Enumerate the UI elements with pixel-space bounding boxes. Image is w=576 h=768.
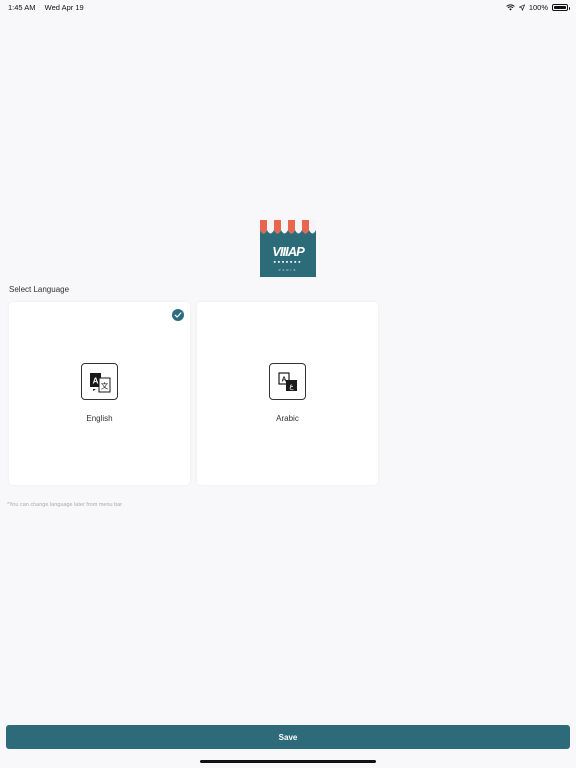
language-label-english: English bbox=[86, 414, 113, 423]
home-indicator bbox=[200, 760, 376, 763]
battery-percent: 100% bbox=[528, 3, 548, 12]
translate-icon: A 文 bbox=[81, 363, 118, 400]
language-option-english[interactable]: A 文 English bbox=[9, 302, 190, 485]
language-label-arabic: Arabic bbox=[276, 414, 299, 423]
svg-text:A: A bbox=[93, 377, 99, 386]
logo-wordmark: VIIIAP bbox=[272, 244, 305, 259]
save-button[interactable]: Save bbox=[6, 725, 570, 749]
app-logo: VIIIAP ■■■■■■■ PARIS bbox=[260, 220, 316, 277]
arabic-translate-icon: A ع bbox=[269, 363, 306, 400]
logo-dots: ■■■■■■■ bbox=[273, 260, 303, 264]
language-change-note: *You can change language later from menu… bbox=[7, 502, 123, 508]
awning-graphic bbox=[260, 220, 316, 234]
selected-check-icon bbox=[172, 309, 184, 321]
wifi-icon bbox=[506, 4, 515, 11]
select-language-label: Select Language bbox=[9, 285, 70, 294]
location-arrow-icon bbox=[518, 4, 525, 11]
language-option-arabic[interactable]: A ع Arabic bbox=[197, 302, 378, 485]
battery-icon bbox=[552, 4, 570, 11]
status-date: Wed Apr 19 bbox=[44, 3, 84, 12]
language-selection-screen: 1:45 AM Wed Apr 19 100% VIIIAP ■■■■■■■ P… bbox=[0, 0, 576, 768]
logo-subtitle: PARIS bbox=[278, 268, 298, 272]
status-bar: 1:45 AM Wed Apr 19 100% bbox=[0, 0, 576, 14]
status-time: 1:45 AM bbox=[8, 3, 36, 12]
svg-text:文: 文 bbox=[101, 381, 109, 391]
svg-text:A: A bbox=[281, 377, 286, 384]
